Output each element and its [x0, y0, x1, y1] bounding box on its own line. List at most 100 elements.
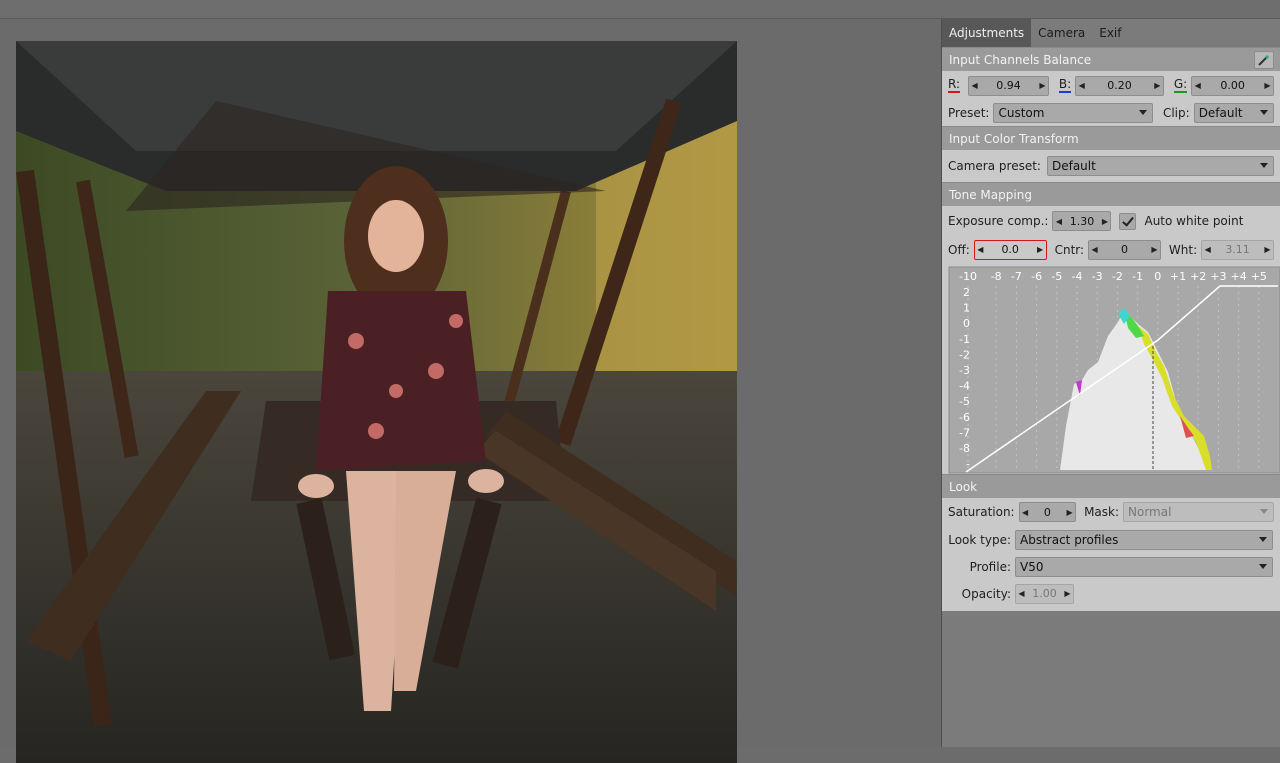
y-tick-label: 0: [963, 317, 970, 330]
y-tick-label: -: [966, 458, 970, 471]
decrement-icon[interactable]: ◀: [969, 81, 980, 90]
opacity-spinner[interactable]: ◀ 1.00 ▶: [1015, 583, 1074, 604]
b-channel-spinner[interactable]: ◀ 0.20 ▶: [1075, 75, 1164, 96]
chevron-down-icon: [1260, 110, 1268, 115]
x-tick-label: +1: [1170, 270, 1186, 283]
look-type-select[interactable]: Abstract profiles: [1015, 529, 1273, 550]
section-body-look: Saturation: ◀ 0 ▶ Mask: Normal Look type: …: [942, 498, 1280, 611]
section-header-tone-mapping[interactable]: Tone Mapping: [942, 182, 1280, 206]
white-spinner[interactable]: ◀ 3.11 ▶: [1201, 239, 1274, 260]
camera-preset-value: Default: [1051, 159, 1096, 173]
r-channel-spinner[interactable]: ◀ 0.94 ▶: [968, 75, 1049, 96]
chevron-down-icon: [1259, 536, 1267, 542]
decrement-icon[interactable]: ◀: [1053, 217, 1064, 226]
look-type-value: Abstract profiles: [1020, 532, 1119, 547]
tab-camera[interactable]: Camera: [1031, 19, 1092, 47]
increment-icon: ▶: [1064, 589, 1071, 598]
clip-value: Default: [1198, 106, 1243, 120]
mask-value: Normal: [1128, 505, 1172, 519]
white-label: Wht:: [1168, 242, 1198, 257]
exposure-spinner[interactable]: ◀ 1.30 ▶: [1052, 211, 1112, 231]
x-tick-label: +3: [1210, 270, 1226, 283]
chevron-down-icon: [1260, 509, 1268, 514]
tone-curve-histogram[interactable]: -10 -8 -7 -6 -5 -4 -3 -2 -1 0 +1 +2 +3 +4 +5 2 1 0 -1 -2 -3…: [948, 266, 1280, 474]
eyedropper-icon[interactable]: [1254, 51, 1274, 69]
g-channel-spinner[interactable]: ◀ 0.00 ▶: [1191, 75, 1274, 96]
profile-select[interactable]: V50: [1015, 556, 1273, 577]
y-tick-label: -3: [959, 364, 970, 377]
y-tick-label: -4: [959, 380, 970, 393]
profile-value: V50: [1020, 559, 1044, 574]
y-tick-label: -2: [959, 348, 970, 361]
offset-value: 0.0: [1001, 243, 1019, 256]
x-tick-label: -10: [959, 270, 977, 283]
x-tick-label: -3: [1092, 270, 1103, 283]
exposure-label: Exposure comp.:: [948, 214, 1049, 228]
decrement-icon[interactable]: ◀: [1192, 81, 1203, 90]
decrement-icon[interactable]: ◀: [1076, 81, 1087, 90]
x-tick-label: -5: [1051, 270, 1062, 283]
increment-icon[interactable]: ▶: [1262, 81, 1273, 90]
x-tick-label: -8: [991, 270, 1002, 283]
opacity-value: 1.00: [1032, 587, 1057, 600]
chevron-down-icon: [1138, 110, 1147, 115]
g-channel-label: G:: [1173, 77, 1188, 93]
exposure-value: 1.30: [1069, 214, 1095, 228]
section-header-look[interactable]: Look: [942, 474, 1280, 498]
profile-label: Profile:: [969, 559, 1011, 574]
mask-label: Mask:: [1084, 505, 1120, 519]
auto-white-point-checkbox[interactable]: [1119, 212, 1137, 230]
section-header-input-channels-balance[interactable]: Input Channels Balance: [942, 47, 1280, 71]
tab-adjustments[interactable]: Adjustments: [942, 19, 1032, 47]
x-tick-label: +4: [1230, 270, 1246, 283]
b-channel-value: 0.20: [1107, 79, 1132, 92]
top-toolbar: [0, 0, 1280, 19]
preset-select[interactable]: Custom: [993, 103, 1153, 123]
section-title: Tone Mapping: [949, 188, 1032, 202]
mask-select[interactable]: Normal: [1123, 502, 1274, 522]
decrement-icon[interactable]: ◀: [975, 245, 986, 254]
adjustments-panel: Adjustments Camera Exif Input Channels B…: [941, 19, 1280, 747]
offset-spinner[interactable]: ◀ 0.0 ▶: [973, 239, 1047, 260]
increment-icon[interactable]: ▶: [1152, 81, 1163, 90]
increment-icon[interactable]: ▶: [1035, 245, 1046, 254]
x-tick-label: +5: [1251, 270, 1267, 283]
image-canvas[interactable]: [0, 19, 941, 763]
decrement-icon[interactable]: ◀: [1020, 508, 1031, 517]
y-tick-label: 2: [963, 286, 970, 299]
section-body-tone-mapping: Exposure comp.: ◀ 1.30 ▶ Auto white point …: [942, 206, 1280, 474]
y-tick-label: -8: [959, 442, 970, 455]
saturation-spinner[interactable]: ◀ 0 ▶: [1018, 502, 1077, 522]
increment-icon[interactable]: ▶: [1064, 508, 1075, 517]
y-tick-label: -7: [959, 426, 970, 439]
increment-icon[interactable]: ▶: [1149, 245, 1160, 254]
saturation-label: Saturation:: [948, 505, 1015, 519]
b-channel-label: B:: [1058, 77, 1072, 93]
section-header-input-color-transform[interactable]: Input Color Transform: [942, 126, 1280, 150]
offset-label: Off:: [948, 242, 970, 257]
center-value: 0: [1121, 243, 1128, 256]
increment-icon[interactable]: ▶: [1099, 217, 1110, 226]
camera-preset-label: Camera preset:: [948, 159, 1041, 173]
x-tick-label: -2: [1112, 270, 1123, 283]
y-tick-label: 1: [963, 302, 970, 315]
auto-white-point-label: Auto white point: [1144, 214, 1244, 228]
increment-icon[interactable]: ▶: [1037, 81, 1048, 90]
y-tick-label: -5: [959, 395, 970, 408]
camera-preset-select[interactable]: Default: [1046, 156, 1274, 176]
clip-select[interactable]: Default: [1193, 103, 1274, 123]
decrement-icon: ◀: [1204, 245, 1211, 254]
decrement-icon[interactable]: ◀: [1089, 245, 1100, 254]
center-spinner[interactable]: ◀ 0 ▶: [1088, 239, 1161, 260]
center-label: Cntr:: [1054, 242, 1085, 257]
photo-preview[interactable]: [16, 41, 737, 763]
x-tick-label: -4: [1072, 270, 1083, 283]
x-tick-label: -7: [1011, 270, 1022, 283]
section-body-input-channels-balance: R: ◀ 0.94 ▶ B: ◀ 0.20 ▶ G: ◀ 0.00 ▶ Preset: Cu…: [942, 71, 1280, 126]
opacity-label: Opacity:: [961, 586, 1011, 601]
chevron-down-icon: [1260, 163, 1268, 168]
tab-exif[interactable]: Exif: [1092, 19, 1128, 47]
panel-tabs: Adjustments Camera Exif: [942, 19, 1280, 47]
preset-value: Custom: [998, 106, 1045, 120]
preset-label: Preset:: [948, 106, 990, 120]
